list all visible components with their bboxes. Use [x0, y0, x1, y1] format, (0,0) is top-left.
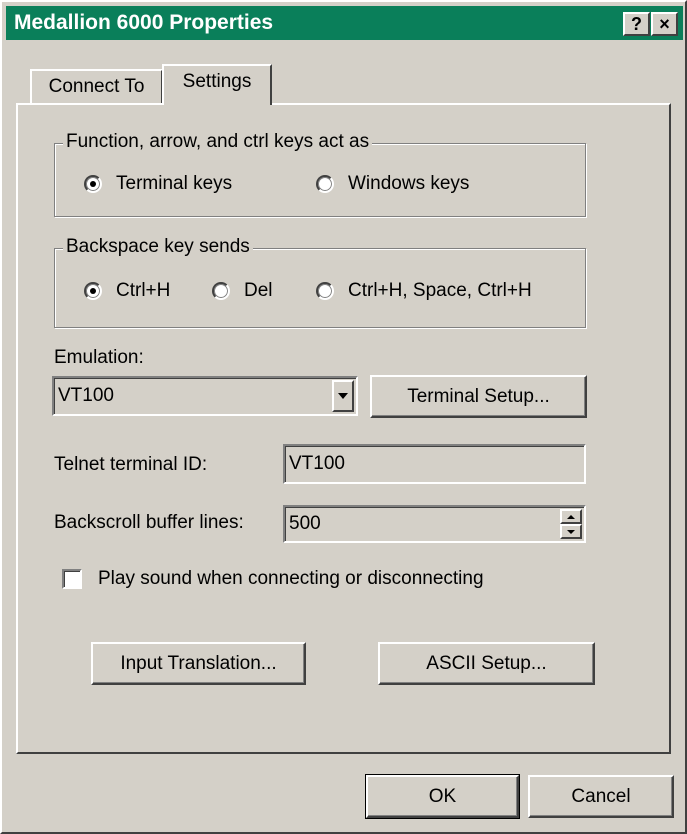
cancel-button[interactable]: Cancel	[528, 775, 674, 818]
terminal-setup-button[interactable]: Terminal Setup...	[370, 375, 587, 418]
radio-del[interactable]: Del	[212, 280, 273, 302]
cancel-label: Cancel	[571, 785, 631, 807]
terminal-setup-label: Terminal Setup...	[407, 385, 550, 407]
spin-up-button[interactable]	[560, 509, 582, 524]
tab-settings-label: Settings	[182, 70, 252, 92]
title-bar[interactable]: Medallion 6000 Properties ? ×	[6, 6, 683, 40]
spin-down-button[interactable]	[560, 524, 582, 539]
tab-connect-to-label: Connect To	[48, 76, 145, 97]
radio-button[interactable]	[84, 175, 102, 193]
backscroll-value: 500	[289, 513, 321, 534]
radio-windows-keys[interactable]: Windows keys	[316, 173, 469, 195]
ok-button[interactable]: OK	[365, 774, 520, 819]
spin-down-icon	[567, 529, 575, 534]
radio-windows-keys-label: Windows keys	[348, 173, 470, 194]
radio-terminal-keys-label: Terminal keys	[116, 173, 233, 194]
window-title: Medallion 6000 Properties	[14, 11, 274, 34]
radio-ctrl-h[interactable]: Ctrl+H	[84, 280, 170, 302]
ascii-setup-button[interactable]: ASCII Setup...	[378, 642, 595, 685]
close-button[interactable]: ×	[651, 12, 678, 36]
emulation-select[interactable]: VT100	[52, 376, 358, 416]
ascii-setup-label: ASCII Setup...	[426, 652, 547, 674]
close-icon: ×	[659, 13, 670, 34]
telnet-id-field[interactable]: VT100	[283, 444, 586, 484]
play-sound-label[interactable]: Play sound when connecting or disconnect…	[98, 568, 484, 590]
input-translation-label: Input Translation...	[120, 652, 277, 674]
radio-button[interactable]	[316, 282, 334, 300]
keys-group-legend: Function, arrow, and ctrl keys act as	[63, 131, 373, 153]
emulation-label: Emulation:	[54, 347, 144, 368]
input-translation-button[interactable]: Input Translation...	[91, 642, 306, 685]
dropdown-button[interactable]	[332, 380, 354, 412]
radio-button[interactable]	[316, 175, 334, 193]
tab-connect-to[interactable]: Connect To	[30, 69, 163, 103]
emulation-select-value: VT100	[58, 385, 114, 406]
help-button[interactable]: ?	[623, 12, 650, 36]
radio-button[interactable]	[84, 282, 102, 300]
radio-del-label: Del	[244, 280, 273, 301]
chevron-down-icon	[338, 393, 348, 399]
tab-settings[interactable]: Settings	[162, 64, 272, 105]
backspace-group-legend: Backspace key sends	[63, 236, 253, 258]
radio-ctrl-h-space[interactable]: Ctrl+H, Space, Ctrl+H	[316, 280, 532, 302]
properties-dialog: Medallion 6000 Properties ? × Connect To…	[0, 0, 687, 834]
play-sound-checkbox[interactable]	[62, 569, 82, 589]
backscroll-label: Backscroll buffer lines:	[54, 512, 244, 533]
spin-up-icon	[567, 514, 575, 519]
ok-label: OK	[428, 785, 457, 807]
telnet-id-value: VT100	[289, 453, 345, 474]
radio-ctrl-h-label: Ctrl+H	[116, 280, 171, 301]
help-icon: ?	[631, 13, 642, 34]
radio-ctrl-h-space-label: Ctrl+H, Space, Ctrl+H	[348, 280, 532, 301]
backscroll-stepper[interactable]: 500	[283, 505, 586, 543]
radio-button[interactable]	[212, 282, 230, 300]
telnet-id-label: Telnet terminal ID:	[54, 454, 208, 475]
radio-terminal-keys[interactable]: Terminal keys	[84, 173, 232, 195]
